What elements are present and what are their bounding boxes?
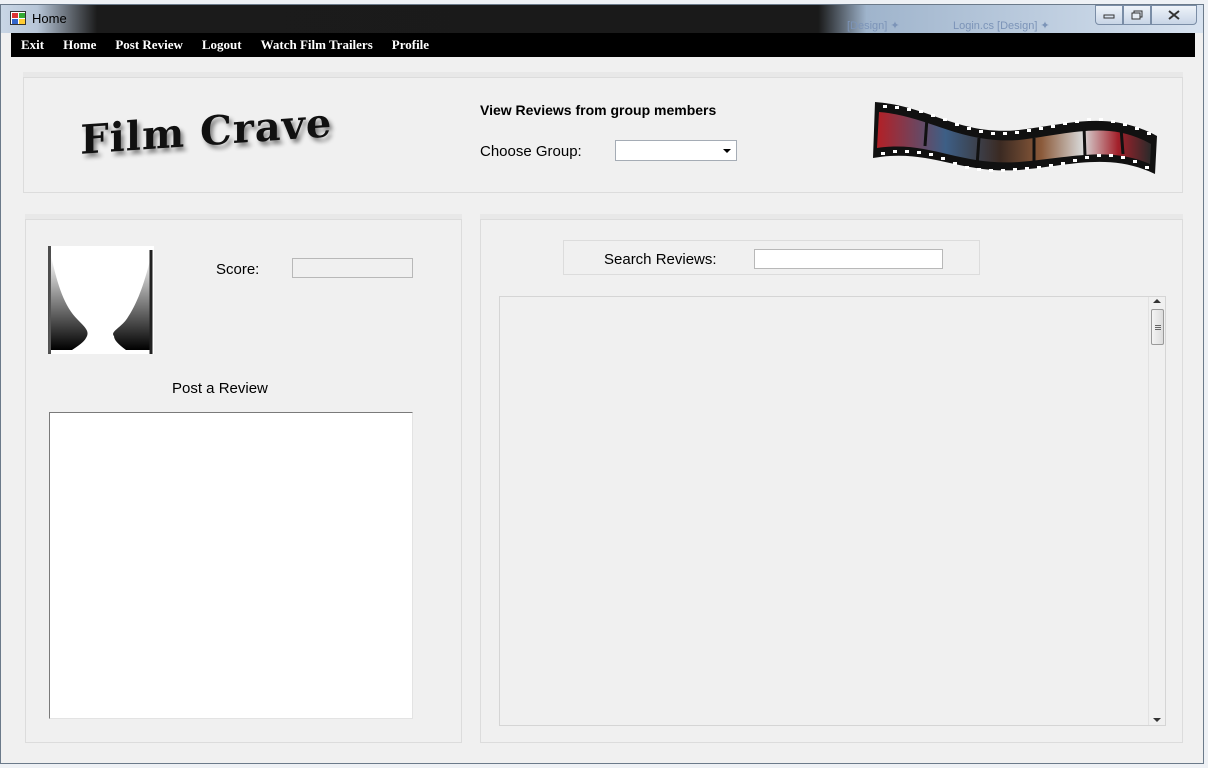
menu-post-review[interactable]: Post Review	[105, 37, 192, 53]
search-reviews-input[interactable]	[754, 249, 943, 269]
maximize-icon	[1131, 10, 1143, 20]
close-button[interactable]	[1151, 5, 1197, 25]
window-title: Home	[32, 11, 67, 26]
post-review-title: Post a Review	[172, 380, 268, 397]
dropdown-arrow-icon[interactable]	[723, 149, 731, 153]
reviews-panel: Search Reviews:	[480, 214, 1183, 743]
title-bar[interactable]: Home [Design] ✦ Login.cs [Design] ✦	[1, 5, 1203, 33]
minimize-button[interactable]	[1095, 5, 1123, 25]
scroll-down-arrow-icon[interactable]	[1153, 718, 1161, 722]
profile-panel: Score: Post a Review	[25, 214, 462, 743]
background-tab-label: [Design] ✦	[847, 20, 900, 32]
view-reviews-title: View Reviews from group members	[480, 102, 717, 118]
scrollbar-thumb[interactable]	[1151, 309, 1164, 345]
app-icon	[10, 11, 26, 25]
maximize-button[interactable]	[1123, 5, 1151, 25]
menu-profile[interactable]: Profile	[382, 37, 438, 53]
close-icon	[1168, 10, 1180, 20]
menu-home[interactable]: Home	[53, 37, 105, 53]
review-textarea[interactable]	[49, 412, 413, 719]
scroll-up-arrow-icon[interactable]	[1153, 299, 1161, 303]
header-panel: Film Crave View Reviews from group membe…	[23, 72, 1183, 193]
film-crave-logo: Film Crave	[80, 99, 333, 164]
score-label: Score:	[216, 261, 260, 278]
choose-group-label: Choose Group:	[480, 143, 582, 160]
main-window: Home [Design] ✦ Login.cs [Design] ✦ Exit…	[0, 4, 1204, 764]
avatar	[48, 246, 154, 354]
menu-watch-film-trailers[interactable]: Watch Film Trailers	[251, 37, 382, 53]
search-reviews-label: Search Reviews:	[604, 251, 717, 268]
minimize-icon	[1103, 14, 1115, 19]
search-group: Search Reviews:	[563, 240, 980, 275]
menu-exit[interactable]: Exit	[11, 37, 53, 53]
menu-logout[interactable]: Logout	[192, 37, 251, 53]
group-select[interactable]	[615, 140, 737, 161]
window-controls	[1095, 5, 1197, 25]
reviews-list[interactable]	[499, 296, 1166, 726]
reviews-scrollbar[interactable]	[1148, 297, 1165, 725]
grip-icon	[1155, 325, 1161, 330]
menu-bar: Exit Home Post Review Logout Watch Film …	[11, 33, 1195, 57]
background-tab-label: Login.cs [Design] ✦	[953, 20, 1050, 32]
film-strip-image	[873, 102, 1157, 174]
score-field	[292, 258, 413, 278]
